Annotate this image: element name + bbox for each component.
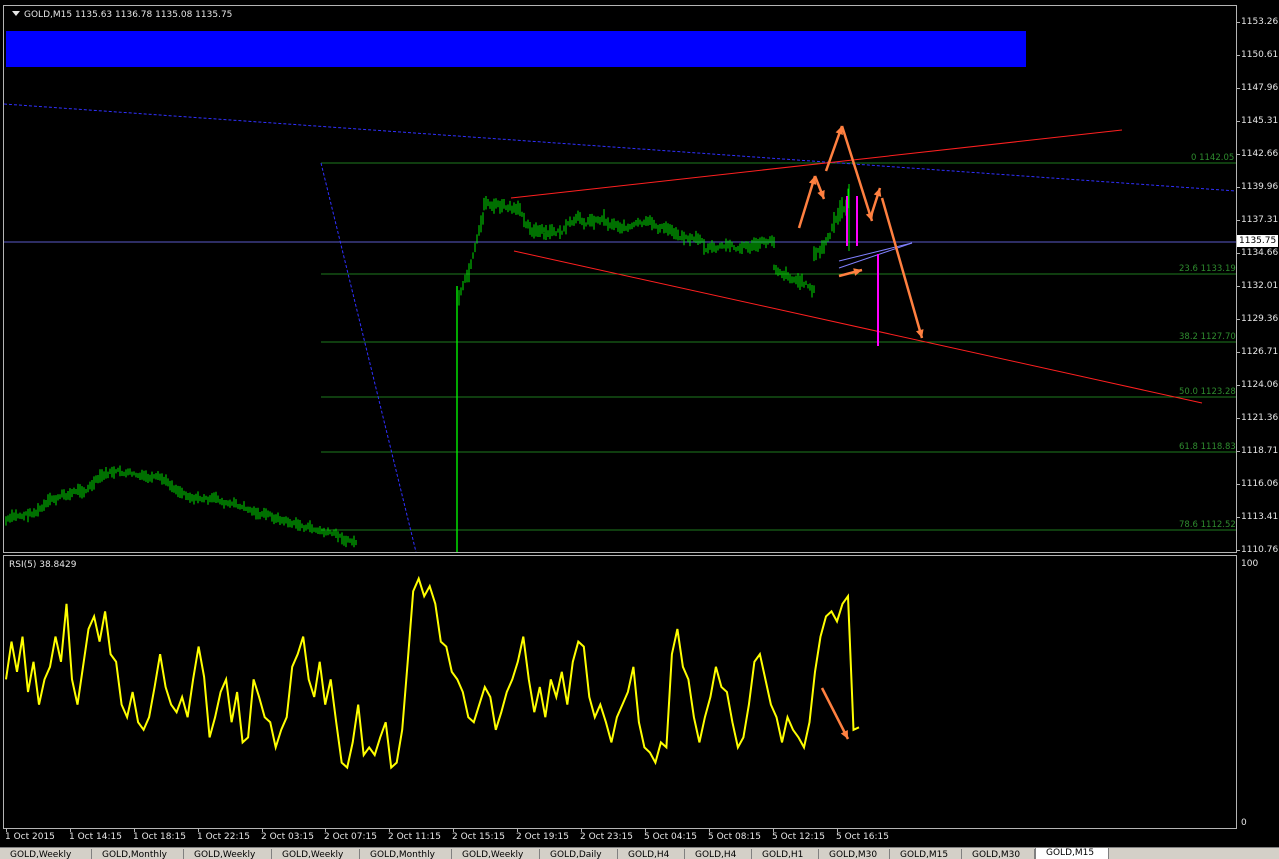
price-label: 1137.31 xyxy=(1241,215,1279,225)
time-label: 2 Oct 15:15 xyxy=(452,832,505,842)
wedge-line xyxy=(838,242,913,262)
chart-tab[interactable]: GOLD,Weekly xyxy=(452,849,540,859)
highlight-rectangle xyxy=(6,31,1026,67)
rsi-indicator-pane[interactable]: RSI(5) 38.8429 xyxy=(3,555,1237,829)
price-label: 1147.96 xyxy=(1241,83,1279,93)
price-label: 1134.66 xyxy=(1241,248,1279,258)
time-label: 5 Oct 04:15 xyxy=(644,832,697,842)
time-label: 2 Oct 11:15 xyxy=(388,832,441,842)
time-label: 1 Oct 2015 xyxy=(5,832,55,842)
rsi-scale-bottom: 0 xyxy=(1241,818,1247,828)
price-tick xyxy=(1237,418,1240,419)
time-label: 1 Oct 14:15 xyxy=(69,832,122,842)
time-label: 2 Oct 23:15 xyxy=(580,832,633,842)
fib-level-23-6: 23.6 1133.19 xyxy=(1179,264,1236,274)
price-tick xyxy=(1237,385,1240,386)
fib-level-0: 0 1142.05 xyxy=(1191,153,1235,163)
price-tick xyxy=(1237,286,1240,287)
price-tick xyxy=(1237,517,1240,518)
price-label: 1150.61 xyxy=(1241,50,1279,60)
arrow-up xyxy=(797,175,817,229)
price-tick xyxy=(1237,352,1240,353)
rsi-scale-top: 100 xyxy=(1241,559,1259,569)
chart-tab[interactable]: GOLD,H4 xyxy=(685,849,752,859)
price-tick xyxy=(1237,550,1240,551)
chart-tab[interactable]: GOLD,H1 xyxy=(752,849,819,859)
chart-tab-active[interactable]: GOLD,M15 xyxy=(1035,848,1109,859)
time-label: 5 Oct 16:15 xyxy=(836,832,889,842)
resistance-line xyxy=(510,129,1123,199)
fib-level-78-6: 78.6 1112.52 xyxy=(1179,520,1236,530)
chart-tab[interactable]: GOLD,M30 xyxy=(962,849,1035,859)
price-tick xyxy=(1237,154,1240,155)
price-tick xyxy=(1237,451,1240,452)
dropdown-triangle-icon[interactable] xyxy=(12,11,20,16)
arrow-down-target xyxy=(880,197,924,339)
price-label: 1110.76 xyxy=(1241,545,1279,555)
price-label: 1116.06 xyxy=(1241,479,1279,489)
symbol-title: GOLD,M15 1135.63 1136.78 1135.08 1135.75 xyxy=(12,10,232,20)
chart-tab[interactable]: GOLD,M30 xyxy=(819,849,890,859)
price-label: 1129.36 xyxy=(1241,314,1279,324)
price-tick xyxy=(1237,220,1240,221)
price-tick xyxy=(1237,484,1240,485)
chart-tab[interactable]: GOLD,Monthly xyxy=(92,849,184,859)
dashed-trendline xyxy=(4,103,1236,192)
price-label: 1139.96 xyxy=(1241,182,1279,192)
chart-tab[interactable]: GOLD,Daily xyxy=(540,849,618,859)
chart-tabs-bar: GOLD,Weekly GOLD,Monthly GOLD,Weekly GOL… xyxy=(0,847,1279,859)
price-tick xyxy=(1237,121,1240,122)
price-chart-canvas xyxy=(4,31,1236,552)
price-label: 1124.06 xyxy=(1241,380,1279,390)
time-label: 5 Oct 12:15 xyxy=(772,832,825,842)
chart-tab[interactable]: GOLD,Monthly xyxy=(360,849,452,859)
price-tick xyxy=(1237,88,1240,89)
rsi-canvas xyxy=(5,575,860,770)
time-label: 2 Oct 07:15 xyxy=(324,832,377,842)
time-label: 1 Oct 18:15 xyxy=(133,832,186,842)
chart-tab[interactable]: GOLD,Weekly xyxy=(0,849,92,859)
price-label: 1113.41 xyxy=(1241,512,1279,522)
arrow-up-right-head xyxy=(873,188,882,197)
rsi-line xyxy=(5,575,860,770)
fib-level-38-2: 38.2 1127.70 xyxy=(1179,332,1236,342)
chart-tab[interactable]: GOLD,H4 xyxy=(618,849,685,859)
price-tick xyxy=(1237,319,1240,320)
time-label: 2 Oct 03:15 xyxy=(261,832,314,842)
time-label: 1 Oct 22:15 xyxy=(197,832,250,842)
price-label: 1145.31 xyxy=(1241,116,1279,126)
price-tick xyxy=(1237,253,1240,254)
price-label: 1132.01 xyxy=(1241,281,1279,291)
price-axis[interactable]: 1153.26 1150.61 1147.96 1145.31 1142.66 … xyxy=(1237,5,1279,829)
price-label: 1153.26 xyxy=(1241,17,1279,27)
chart-tab[interactable]: GOLD,Weekly xyxy=(272,849,360,859)
price-tick xyxy=(1237,22,1240,23)
rsi-arrow-down xyxy=(820,687,850,740)
symbol-title-text: GOLD,M15 1135.63 1136.78 1135.08 1135.75 xyxy=(24,10,233,20)
price-label: 1121.36 xyxy=(1241,413,1279,423)
fib-level-50: 50.0 1123.28 xyxy=(1179,387,1236,397)
price-label: 1142.66 xyxy=(1241,149,1279,159)
chart-tab[interactable]: GOLD,Weekly xyxy=(184,849,272,859)
time-label: 5 Oct 08:15 xyxy=(708,832,761,842)
price-label: 1118.71 xyxy=(1241,446,1279,456)
chart-tab[interactable]: GOLD,M15 xyxy=(890,849,962,859)
rsi-title: RSI(5) 38.8429 xyxy=(9,560,77,570)
price-chart-pane[interactable]: GOLD,M15 1135.63 1136.78 1135.08 1135.75… xyxy=(3,5,1237,553)
price-tick xyxy=(1237,187,1240,188)
price-tick xyxy=(1237,55,1240,56)
fibonacci-trendline xyxy=(320,162,417,552)
fib-level-61-8: 61.8 1118.83 xyxy=(1179,442,1236,452)
price-label: 1126.71 xyxy=(1241,347,1279,357)
time-label: 2 Oct 19:15 xyxy=(516,832,569,842)
current-price-label: 1135.75 xyxy=(1237,235,1278,247)
time-axis[interactable]: 1 Oct 2015 1 Oct 14:15 1 Oct 18:15 1 Oct… xyxy=(3,829,1237,847)
